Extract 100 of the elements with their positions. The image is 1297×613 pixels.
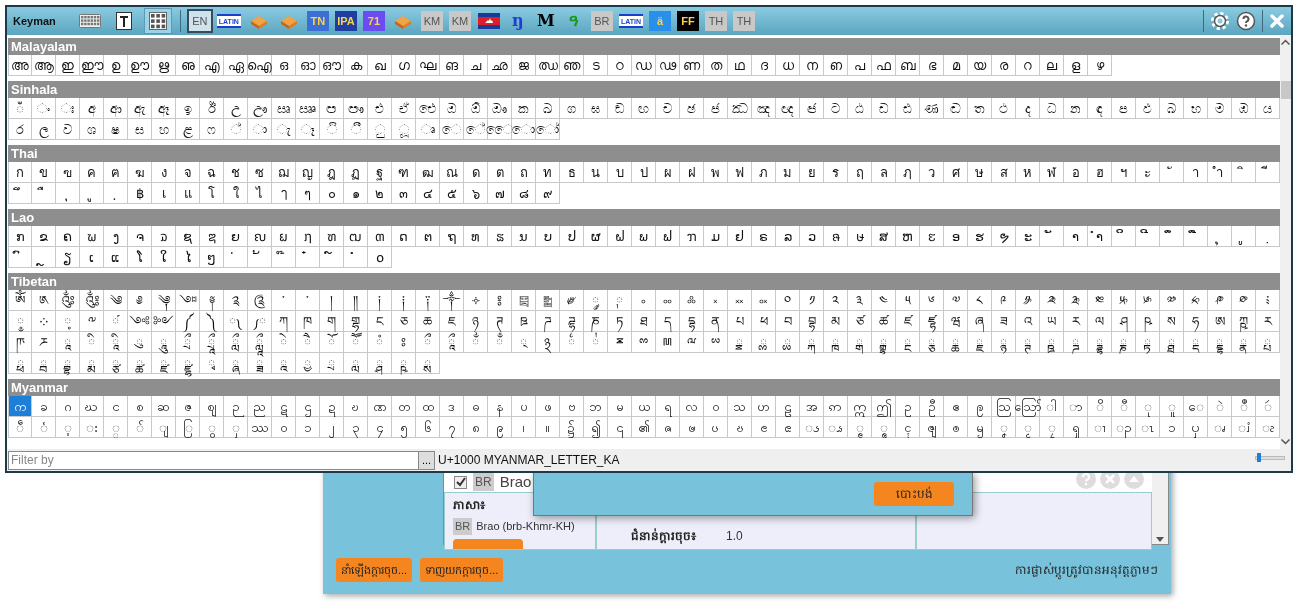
character-cell[interactable]: ങ [440,55,464,76]
character-cell[interactable]: ผ [656,162,680,183]
character-cell[interactable]: ཱྀ [440,332,464,353]
character-cell[interactable]: ར [1064,311,1088,332]
character-cell[interactable]: ഠ [608,55,632,76]
character-cell[interactable]: ༭ [1088,290,1112,311]
character-cell[interactable]: ර [8,119,32,140]
character-cell[interactable]: ຬ [920,226,944,247]
character-cell[interactable]: ၥ [1160,417,1184,438]
character-cell[interactable]: ໆ [200,247,224,268]
character-cell[interactable]: ล [872,162,896,183]
character-cell[interactable]: ྪ [128,353,152,374]
character-cell[interactable]: ด [464,162,488,183]
character-cell[interactable]: ྒྷ [872,332,896,353]
character-cell[interactable]: ບ [536,226,560,247]
character-cell[interactable]: ၄ [368,417,392,438]
character-cell[interactable]: ༁ [32,290,56,311]
character-cell[interactable]: ဋ [272,396,296,417]
character-cell[interactable]: ༂ [56,290,80,311]
character-cell[interactable]: ິ [1112,226,1136,247]
character-cell[interactable]: ุ [56,183,80,204]
character-cell[interactable]: ༩ [992,290,1016,311]
character-cell[interactable]: တ [392,396,416,417]
character-cell[interactable]: ි [320,119,344,140]
character-cell[interactable]: ඖ [488,98,512,119]
character-cell[interactable]: ๔ [416,183,440,204]
character-cell[interactable]: ဨ [968,396,992,417]
character-cell[interactable]: အ [800,396,824,417]
character-cell[interactable]: ၂ [320,417,344,438]
character-cell[interactable]: ྜྷ [1088,332,1112,353]
character-cell[interactable]: ၧ [1208,417,1232,438]
character-cell[interactable]: ฆ [128,162,152,183]
character-cell[interactable]: ๆ [296,183,320,204]
character-cell[interactable]: ຍ [224,226,248,247]
character-cell[interactable]: າ [1064,226,1088,247]
character-cell[interactable]: ര [992,55,1016,76]
character-cell[interactable]: ྲ [320,353,344,374]
character-cell[interactable]: ༳ [1232,290,1256,311]
character-cell[interactable]: ༅ [128,290,152,311]
character-cell[interactable]: ༒ [440,290,464,311]
character-cell[interactable]: စ [128,396,152,417]
character-cell[interactable]: က [8,396,32,417]
character-cell[interactable]: จ [176,162,200,183]
character-cell[interactable]: ต [488,162,512,183]
character-cell[interactable]: ၙ [872,417,896,438]
character-cell[interactable]: ༤ [872,290,896,311]
character-cell[interactable]: ༹ [104,311,128,332]
character-cell[interactable]: ງ [104,226,128,247]
character-cell[interactable]: ຑ [320,226,344,247]
slider-thumb[interactable] [1256,453,1261,462]
character-cell[interactable]: ྏ [776,332,800,353]
character-cell[interactable]: ྗ [968,332,992,353]
character-cell[interactable]: ฝ [680,162,704,183]
character-cell[interactable]: ཕ [752,311,776,332]
character-cell[interactable]: ༛ [656,290,680,311]
character-cell[interactable]: ༪ [1016,290,1040,311]
character-cell[interactable]: ဈ [200,396,224,417]
character-cell[interactable]: ༟ [752,290,776,311]
character-cell[interactable]: ະ [1016,226,1040,247]
character-cell[interactable]: ༗ [560,290,584,311]
character-cell[interactable]: ွ [200,417,224,438]
character-cell[interactable]: ഊ [128,55,152,76]
character-cell[interactable]: ร [824,162,848,183]
character-cell[interactable]: ທ [464,226,488,247]
character-cell[interactable]: ഈ [80,55,104,76]
character-cell[interactable]: ඝ [584,98,608,119]
character-cell[interactable]: ඩ [872,98,896,119]
character-cell[interactable]: း [80,417,104,438]
character-cell[interactable]: ത [704,55,728,76]
character-cell[interactable]: ຐ [296,226,320,247]
character-cell[interactable]: ၏ [632,417,656,438]
keyboard-chip[interactable]: KM [420,11,443,31]
character-cell[interactable]: ഫ [872,55,896,76]
character-cell[interactable]: ໄ [176,247,200,268]
character-cell[interactable]: ༷ [56,311,80,332]
character-cell[interactable]: ၒ [704,417,728,438]
character-cell[interactable]: ྟ [1136,332,1160,353]
character-cell[interactable]: ྒ [848,332,872,353]
character-cell[interactable]: ༼ [176,311,200,332]
character-cell[interactable]: อ [1064,162,1088,183]
character-cell[interactable]: ย [800,162,824,183]
character-cell[interactable]: ഉ [104,55,128,76]
character-cell[interactable]: ා [248,119,272,140]
character-cell[interactable]: ၍ [584,417,608,438]
character-cell[interactable]: འ [1016,311,1040,332]
character-cell[interactable]: භ [1184,98,1208,119]
character-cell[interactable]: ི [80,332,104,353]
character-cell[interactable]: ༨ [968,290,992,311]
character-cell[interactable]: ඞ [608,98,632,119]
character-cell[interactable]: ລ [776,226,800,247]
character-cell[interactable]: ၨ [1232,417,1256,438]
character-cell[interactable]: ආ [104,98,128,119]
character-cell[interactable]: ဧ [944,396,968,417]
character-cell[interactable]: ฯ [1112,162,1136,183]
keyboard-chip[interactable]: EN [188,11,211,31]
character-cell[interactable]: ຶ [1160,226,1184,247]
character-cell[interactable]: ༫ [1040,290,1064,311]
character-cell[interactable]: བྷ [800,311,824,332]
character-cell[interactable]: ု [1136,396,1160,417]
character-cell[interactable]: ༉ [224,290,248,311]
